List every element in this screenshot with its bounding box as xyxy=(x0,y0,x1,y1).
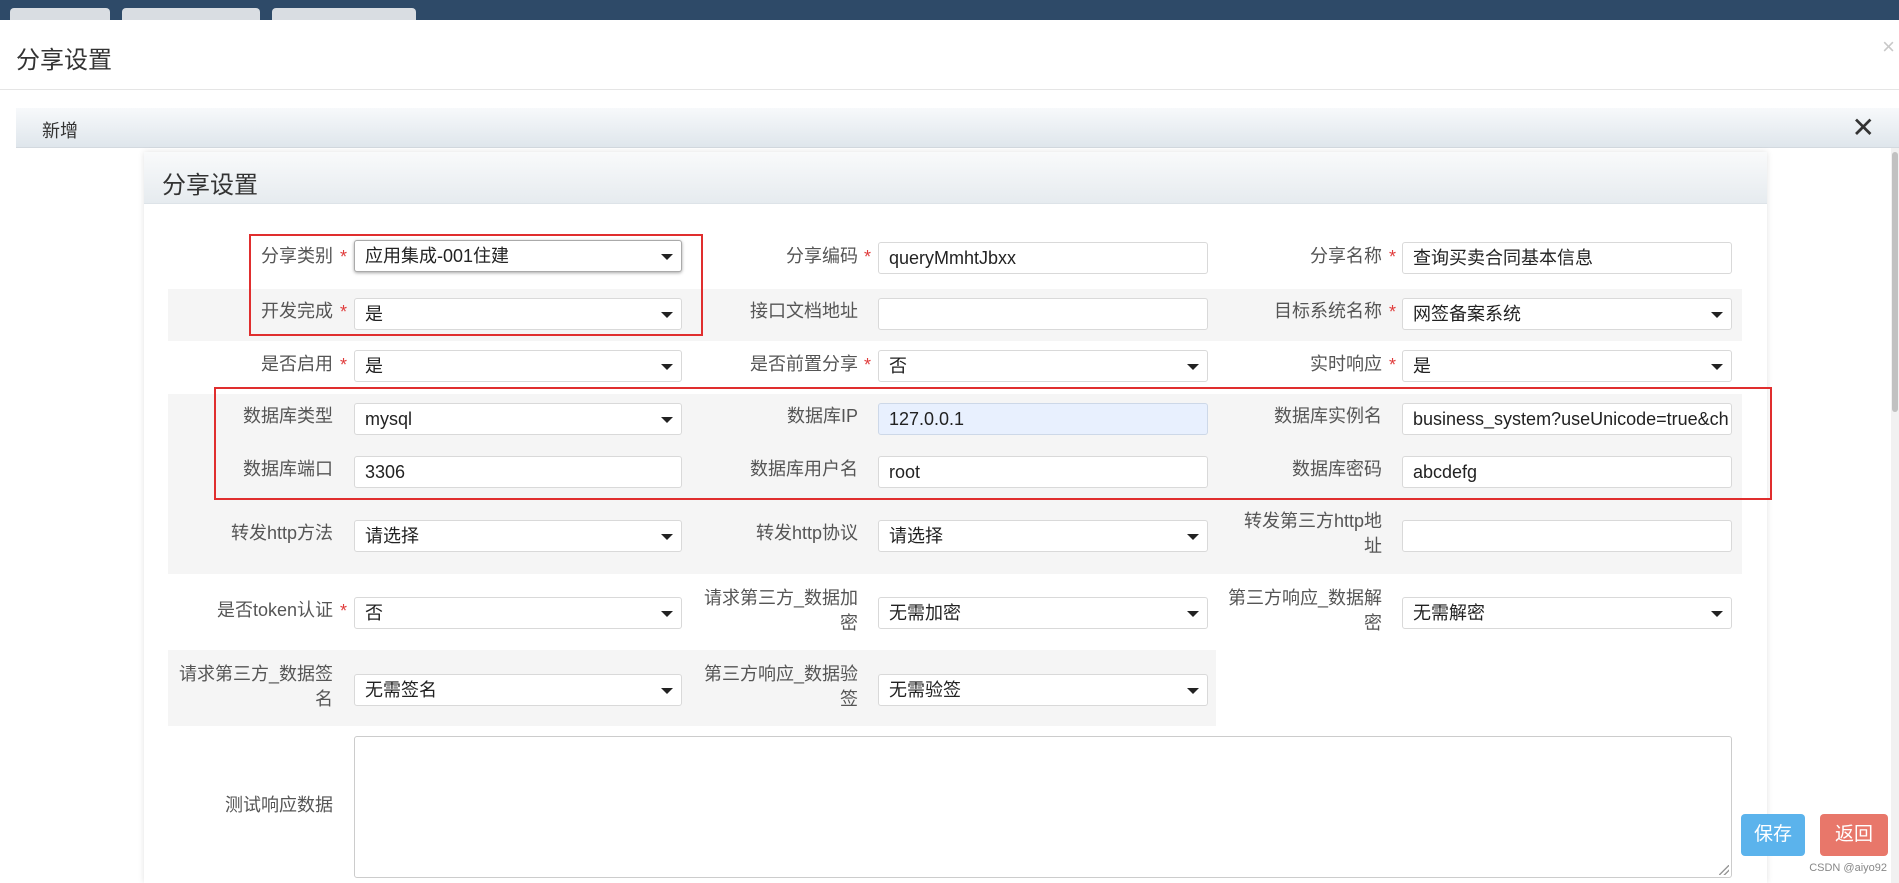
required-mark: * xyxy=(864,247,872,267)
resp-verify-label: 第三方响应_数据验 签 xyxy=(690,662,858,712)
target-system-label: 目标系统名称 xyxy=(1274,301,1382,321)
dialog-title-bar: 新增 ✕ xyxy=(16,108,1899,148)
resize-handle-icon[interactable] xyxy=(1719,865,1729,875)
pre-share-select[interactable]: 否 xyxy=(878,350,1208,382)
outer-modal-header: 分享设置 × xyxy=(0,20,1899,90)
resp-decrypt-label-line1: 第三方响应_数据解 xyxy=(1227,588,1382,608)
req-sign-select[interactable]: 无需签名 xyxy=(354,674,682,706)
required-mark: * xyxy=(340,355,348,375)
resp-verify-label-line2: 签 xyxy=(840,689,858,709)
required-mark: * xyxy=(864,355,872,375)
req-sign-label: 请求第三方_数据签 名 xyxy=(168,662,333,712)
panel-header: 分享设置 xyxy=(144,152,1767,204)
share-name-label: 分享名称 xyxy=(1310,246,1382,266)
share-code-input[interactable]: queryMmhtJbxx xyxy=(878,242,1208,274)
required-mark: * xyxy=(1389,355,1397,375)
token-auth-select[interactable]: 否 xyxy=(354,597,682,629)
resp-decrypt-label: 第三方响应_数据解 密 xyxy=(1214,586,1382,636)
highlight-box xyxy=(249,234,703,336)
req-encrypt-label-line2: 密 xyxy=(840,613,858,633)
share-code-label: 分享编码 xyxy=(786,246,858,266)
fwd-protocol-select[interactable]: 请选择 xyxy=(878,520,1208,552)
fwd-protocol-label: 转发http协议 xyxy=(755,523,858,543)
dialog-close-icon[interactable]: ✕ xyxy=(1852,111,1875,144)
highlight-box xyxy=(214,387,1772,500)
target-system-select[interactable]: 网签备案系统 xyxy=(1402,298,1732,330)
fwd-method-label: 转发http方法 xyxy=(230,523,333,543)
back-button[interactable]: 返回 xyxy=(1820,814,1888,856)
save-button[interactable]: 保存 xyxy=(1741,814,1805,856)
required-mark: * xyxy=(1389,302,1397,322)
scrollbar-thumb[interactable] xyxy=(1892,152,1898,412)
enabled-label: 是否启用 xyxy=(261,354,333,374)
req-encrypt-label-line1: 请求第三方_数据加 xyxy=(703,588,858,608)
req-encrypt-label: 请求第三方_数据加 密 xyxy=(690,586,858,636)
resp-decrypt-select[interactable]: 无需解密 xyxy=(1402,597,1732,629)
req-sign-label-line2: 名 xyxy=(315,689,333,709)
fwd-method-select[interactable]: 请选择 xyxy=(354,520,682,552)
resp-verify-label-line1: 第三方响应_数据验 xyxy=(703,664,858,684)
fwd-url-input[interactable] xyxy=(1402,520,1732,552)
req-sign-label-line1: 请求第三方_数据签 xyxy=(178,664,333,684)
api-doc-url-input[interactable] xyxy=(878,298,1208,330)
enabled-select[interactable]: 是 xyxy=(354,350,682,382)
fwd-url-label-line1: 转发第三方http地 xyxy=(1243,511,1382,531)
vertical-scrollbar[interactable] xyxy=(1891,148,1899,883)
dialog-title: 新增 xyxy=(42,121,78,141)
req-encrypt-select[interactable]: 无需加密 xyxy=(878,597,1208,629)
realtime-label: 实时响应 xyxy=(1310,354,1382,374)
fwd-url-label: 转发第三方http地 址 xyxy=(1214,509,1382,559)
fwd-url-label-line2: 址 xyxy=(1364,536,1382,556)
outer-close-icon[interactable]: × xyxy=(1882,34,1895,60)
required-mark: * xyxy=(340,601,348,621)
share-name-input[interactable]: 查询买卖合同基本信息 xyxy=(1402,242,1732,274)
token-auth-label: 是否token认证 xyxy=(216,600,333,620)
resp-verify-select[interactable]: 无需验签 xyxy=(878,674,1208,706)
outer-modal-title: 分享设置 xyxy=(16,47,112,74)
api-doc-url-label: 接口文档地址 xyxy=(750,301,858,321)
required-mark: * xyxy=(1389,247,1397,267)
watermark: CSDN @aiyo92 xyxy=(1809,862,1887,874)
pre-share-label: 是否前置分享 xyxy=(750,354,858,374)
test-response-textarea[interactable] xyxy=(354,736,1732,878)
realtime-select[interactable]: 是 xyxy=(1402,350,1732,382)
panel-title: 分享设置 xyxy=(162,172,258,199)
resp-decrypt-label-line2: 密 xyxy=(1364,613,1382,633)
app-top-bar xyxy=(0,0,1899,22)
test-response-label: 测试响应数据 xyxy=(225,795,333,815)
